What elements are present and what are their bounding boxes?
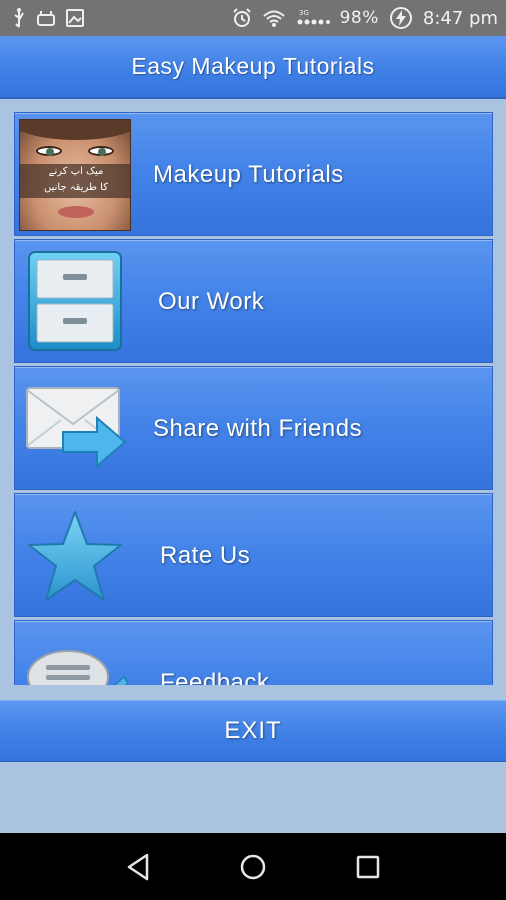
envelope-share-icon: [18, 372, 132, 486]
system-nav-bar: [0, 833, 506, 900]
image-icon: [66, 9, 84, 27]
filing-cabinet-icon: [18, 245, 132, 359]
battery-charging-icon: [389, 6, 413, 30]
battery-percent: 98%: [339, 8, 379, 28]
status-left-icons: [12, 8, 84, 28]
exit-label: EXIT: [224, 717, 282, 744]
home-icon[interactable]: [233, 847, 273, 887]
status-right-icons: 3G 98% 8:47 pm: [232, 6, 498, 30]
menu-item-label: Share with Friends: [153, 415, 363, 442]
exit-button[interactable]: EXIT: [0, 700, 506, 762]
star-icon: [18, 499, 132, 613]
menu-list[interactable]: میک اپ کرنے کا طریقہ جانیں Makeup Tutori…: [14, 112, 493, 685]
menu-item-label: Our Work: [158, 288, 265, 315]
menu-item-share-with-friends[interactable]: Share with Friends: [14, 366, 493, 490]
back-icon[interactable]: [118, 847, 158, 887]
alarm-icon: [232, 8, 252, 28]
thumb-urdu-text-line1: میک اپ کرنے: [48, 166, 104, 177]
makeup-face-image: میک اپ کرنے کا طریقہ جانیں: [18, 118, 132, 232]
recents-icon[interactable]: [348, 847, 388, 887]
menu-item-our-work[interactable]: Our Work: [14, 239, 493, 363]
menu-item-label: Makeup Tutorials: [153, 161, 344, 188]
menu-item-label: Feedback: [160, 669, 270, 685]
app-title: Easy Makeup Tutorials: [131, 53, 375, 79]
menu-item-label: Rate Us: [160, 542, 251, 569]
status-time: 8:47 pm: [422, 7, 498, 29]
speech-bubble-icon: [18, 626, 132, 685]
android-debug-icon: [36, 9, 56, 27]
signal-icon: 3G: [296, 8, 330, 28]
menu-item-rate-us[interactable]: Rate Us: [14, 493, 493, 617]
menu-item-makeup-tutorials[interactable]: میک اپ کرنے کا طریقہ جانیں Makeup Tutori…: [14, 112, 493, 236]
wifi-icon: [262, 8, 286, 28]
network-type-label: 3G: [299, 9, 309, 17]
usb-icon: [12, 8, 26, 28]
status-bar: 3G 98% 8:47 pm: [0, 0, 506, 36]
app-header: Easy Makeup Tutorials: [0, 36, 506, 99]
thumb-urdu-text-line2: کا طریقہ جانیں: [44, 182, 108, 193]
menu-item-feedback[interactable]: Feedback: [14, 620, 493, 685]
